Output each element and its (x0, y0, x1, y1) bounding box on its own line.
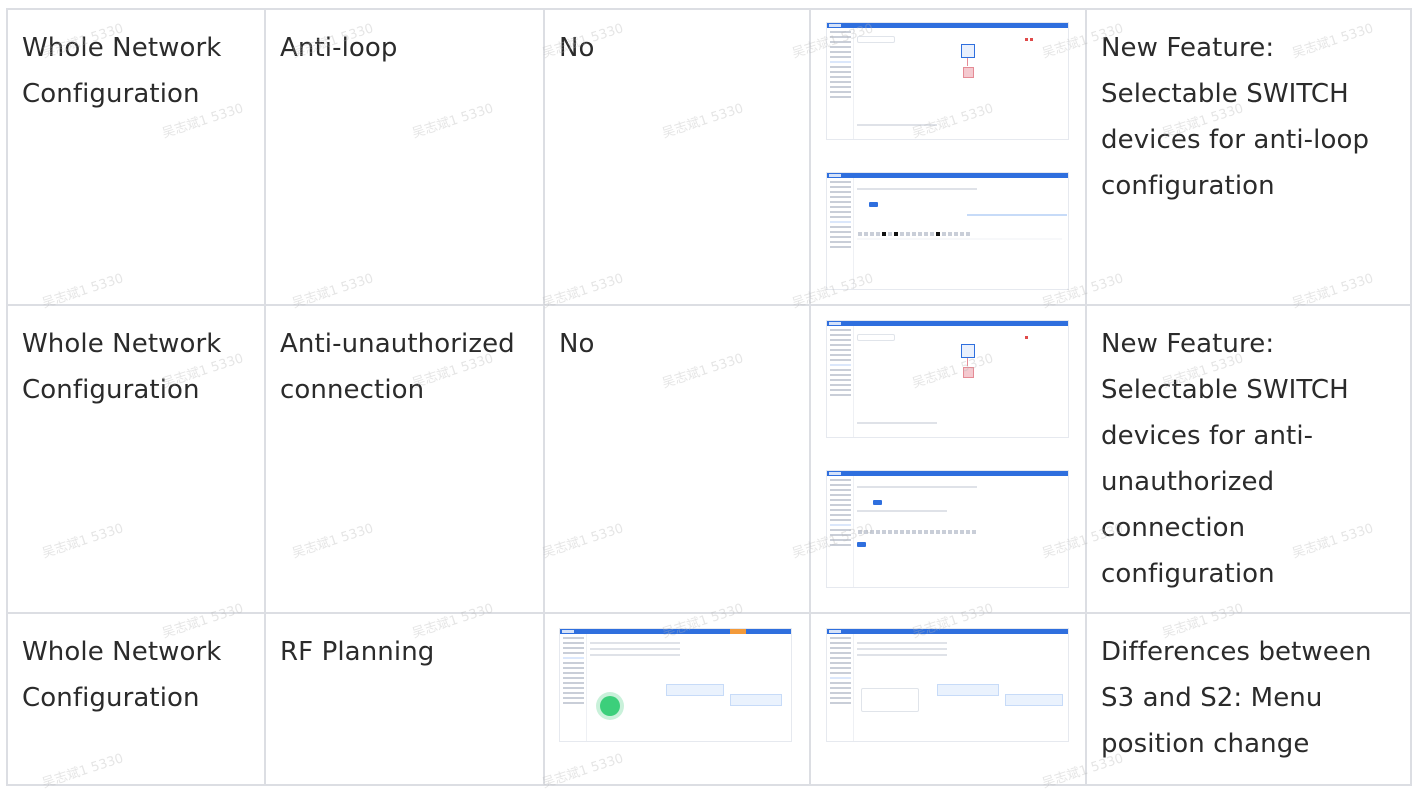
category-text: Whole Network Configuration (22, 329, 222, 405)
category-cell: Whole Network Configuration (6, 8, 266, 306)
feature-cell: Anti-loop (264, 8, 545, 306)
remark-text: Differences between S3 and S2: Menu posi… (1101, 637, 1372, 759)
feature-text: Anti-loop (280, 33, 398, 63)
category-text: Whole Network Configuration (22, 637, 222, 713)
screenshot-thumbnail (826, 22, 1069, 140)
table-row: Whole Network Configuration Anti-unautho… (6, 304, 1412, 614)
value-text: No (559, 33, 595, 63)
category-cell: Whole Network Configuration (6, 612, 266, 786)
screenshot-thumbnail (826, 320, 1069, 438)
screenshot-thumbnail (559, 628, 792, 742)
remark-cell: New Feature: Selectable SWITCH devices f… (1085, 304, 1412, 614)
remark-text: New Feature: Selectable SWITCH devices f… (1101, 33, 1370, 201)
comparison-table: Whole Network Configuration Anti-loop No (6, 8, 1412, 786)
value-cell: No (543, 304, 811, 614)
screenshot-thumbnail (826, 628, 1069, 742)
remark-text: New Feature: Selectable SWITCH devices f… (1101, 329, 1349, 589)
value-text: No (559, 329, 595, 359)
screenshot-thumbnail (826, 172, 1069, 290)
value-cell: No (543, 8, 811, 306)
feature-text: Anti-unauthorized connection (280, 329, 515, 405)
screenshot-cell (543, 612, 811, 786)
screenshot-cell (809, 612, 1087, 786)
feature-text: RF Planning (280, 637, 435, 667)
feature-cell: Anti-unauthorized connection (264, 304, 545, 614)
feature-cell: RF Planning (264, 612, 545, 786)
remark-cell: New Feature: Selectable SWITCH devices f… (1085, 8, 1412, 306)
table-row: Whole Network Configuration RF Planning (6, 612, 1412, 786)
table-row: Whole Network Configuration Anti-loop No (6, 8, 1412, 306)
remark-cell: Differences between S3 and S2: Menu posi… (1085, 612, 1412, 786)
screenshot-cell (809, 304, 1087, 614)
screenshot-thumbnail (826, 470, 1069, 588)
category-text: Whole Network Configuration (22, 33, 222, 109)
category-cell: Whole Network Configuration (6, 304, 266, 614)
screenshot-cell (809, 8, 1087, 306)
